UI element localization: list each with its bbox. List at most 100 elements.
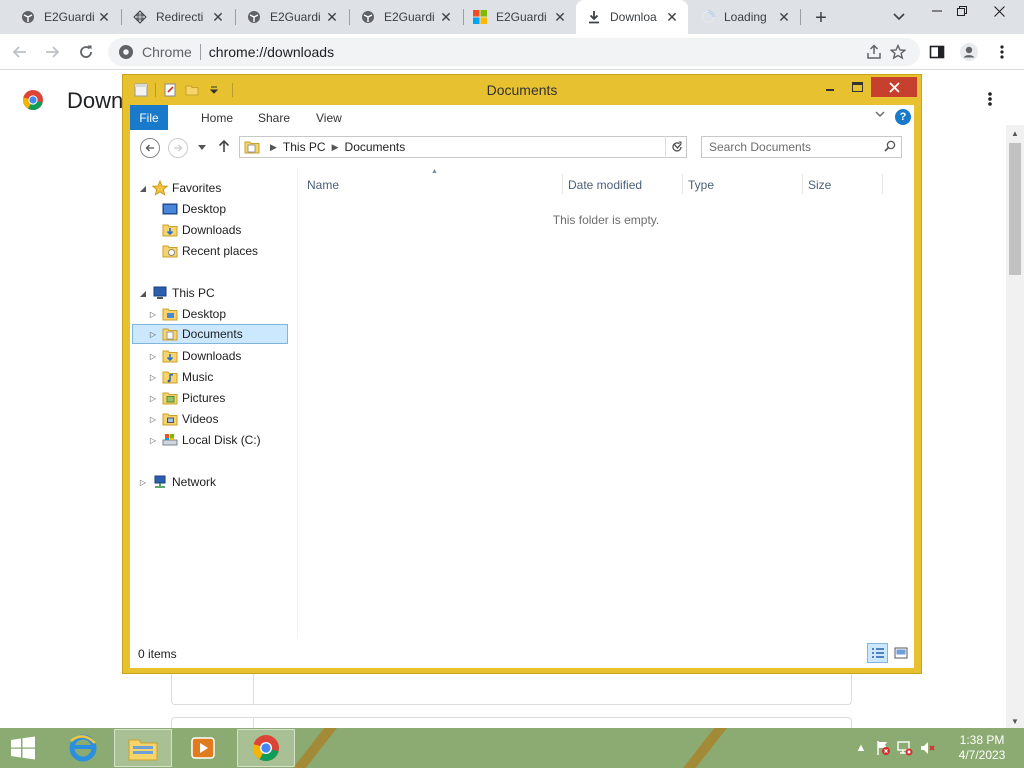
explorer-close-button[interactable] [871, 77, 917, 97]
back-button[interactable] [8, 40, 32, 64]
tab-downloads[interactable]: Downloa ✕ [576, 0, 688, 34]
tab-2[interactable]: Redirecti ✕ [122, 0, 234, 34]
nav-favorites-desktop[interactable]: Desktop [162, 199, 226, 219]
nav-this-pc-pictures[interactable]: ▷ Pictures [148, 388, 225, 408]
expand-arrow-icon[interactable]: ▷ [138, 478, 148, 487]
profile-avatar-icon[interactable] [957, 40, 981, 64]
restore-window-button[interactable] [945, 0, 979, 22]
forward-button[interactable] [40, 40, 64, 64]
column-separator[interactable] [562, 174, 563, 194]
ribbon-tab-view[interactable]: View [316, 105, 342, 130]
volume-muted-icon[interactable] [916, 728, 938, 768]
close-window-button[interactable] [982, 0, 1016, 22]
column-header-name[interactable]: Name [307, 178, 339, 192]
nav-favorites-downloads[interactable]: Downloads [162, 220, 241, 240]
large-icons-view-button[interactable] [890, 643, 911, 663]
new-tab-button[interactable]: + [810, 7, 832, 29]
nav-this-pc-music[interactable]: ▷ Music [148, 367, 213, 387]
close-tab-icon[interactable]: ✕ [324, 9, 340, 25]
ribbon-tab-share[interactable]: Share [258, 105, 290, 130]
nav-favorites[interactable]: ◢ Favorites [138, 178, 221, 198]
explorer-address-bar[interactable]: ▶ This PC ▶ Documents [239, 136, 687, 158]
tab-search-icon[interactable] [890, 8, 908, 26]
taskbar-file-explorer[interactable] [114, 729, 172, 767]
expand-arrow-icon[interactable]: ▷ [148, 310, 158, 319]
address-bar[interactable]: Chrome chrome://downloads [108, 38, 920, 66]
close-tab-icon[interactable]: ✕ [96, 9, 112, 25]
start-button[interactable] [0, 729, 46, 767]
nav-this-pc-local-disk[interactable]: ▷ Local Disk (C:) [148, 430, 261, 450]
tab-4[interactable]: E2Guardi ✕ [350, 0, 462, 34]
expand-arrow-icon[interactable]: ▷ [148, 330, 158, 339]
explorer-minimize-button[interactable] [818, 77, 842, 97]
expand-arrow-icon[interactable]: ▷ [148, 394, 158, 403]
column-separator[interactable] [882, 174, 883, 194]
taskbar-chrome[interactable] [237, 729, 295, 767]
show-hidden-icons-icon[interactable]: ▲ [850, 728, 872, 768]
tab-1[interactable]: E2Guardi ✕ [0, 0, 120, 34]
column-header-size[interactable]: Size [808, 178, 831, 192]
nav-this-pc[interactable]: ◢ This PC [138, 283, 215, 303]
expand-arrow-icon[interactable]: ▷ [148, 352, 158, 361]
close-tab-icon[interactable]: ✕ [664, 9, 680, 25]
file-list-pane[interactable]: ▲ Name Date modified Type Size This fold… [298, 168, 914, 638]
explorer-forward-button[interactable] [168, 138, 188, 158]
reload-button[interactable] [74, 40, 98, 64]
tab-3[interactable]: E2Guardi ✕ [236, 0, 348, 34]
share-icon[interactable] [862, 40, 886, 64]
column-header-type[interactable]: Type [688, 178, 714, 192]
nav-favorites-recent-places[interactable]: Recent places [162, 241, 258, 261]
breadcrumb-this-pc[interactable]: This PC [283, 140, 326, 154]
scroll-down-icon[interactable]: ▼ [1011, 717, 1019, 726]
close-tab-icon[interactable]: ✕ [438, 9, 454, 25]
omnibox-url[interactable]: chrome://downloads [209, 44, 334, 60]
breadcrumb-separator-icon[interactable]: ▶ [270, 142, 277, 153]
side-panel-icon[interactable] [925, 40, 949, 64]
recent-locations-icon[interactable] [198, 142, 206, 153]
expand-arrow-icon[interactable]: ▷ [148, 415, 158, 424]
taskbar-internet-explorer[interactable] [54, 729, 112, 767]
scrollbar-thumb[interactable] [1009, 143, 1021, 275]
collapse-arrow-icon[interactable]: ◢ [138, 184, 148, 193]
nav-this-pc-documents[interactable]: ▷ Documents [132, 324, 288, 344]
nav-this-pc-downloads[interactable]: ▷ Downloads [148, 346, 241, 366]
tab-5[interactable]: E2Guardi ✕ [464, 0, 576, 34]
column-separator[interactable] [802, 174, 803, 194]
taskbar-media-player[interactable] [174, 729, 232, 767]
bookmark-star-icon[interactable] [886, 40, 910, 64]
taskbar-clock[interactable]: 1:38 PM 4/7/2023 [952, 733, 1012, 763]
downloads-more-icon[interactable] [980, 87, 1000, 111]
expand-arrow-icon[interactable]: ▷ [148, 436, 158, 445]
close-tab-icon[interactable]: ✕ [776, 9, 792, 25]
tab-loading[interactable]: Loading ✕ [690, 0, 800, 34]
column-separator[interactable] [682, 174, 683, 194]
page-scrollbar[interactable]: ▲ ▼ [1006, 125, 1024, 728]
nav-this-pc-desktop[interactable]: ▷ Desktop [148, 304, 226, 324]
explorer-back-button[interactable] [140, 138, 160, 158]
column-header-date-modified[interactable]: Date modified [568, 178, 642, 192]
details-view-button[interactable] [867, 643, 888, 663]
explorer-titlebar[interactable]: Documents [123, 75, 921, 105]
ribbon-tab-file[interactable]: File [130, 105, 168, 130]
up-one-level-icon[interactable] [218, 139, 230, 156]
chrome-menu-icon[interactable] [990, 40, 1014, 64]
network-status-icon[interactable] [894, 728, 916, 768]
explorer-maximize-button[interactable] [845, 77, 869, 97]
nav-network[interactable]: ▷ Network [138, 472, 216, 492]
expand-ribbon-icon[interactable] [875, 109, 885, 121]
expand-arrow-icon[interactable]: ▷ [148, 373, 158, 382]
ribbon-tab-home[interactable]: Home [201, 105, 233, 130]
collapse-arrow-icon[interactable]: ◢ [138, 289, 148, 298]
search-box[interactable] [701, 136, 902, 158]
nav-this-pc-videos[interactable]: ▷ Videos [148, 409, 219, 429]
breadcrumb-documents[interactable]: Documents [345, 140, 406, 154]
action-center-flag-icon[interactable] [872, 728, 894, 768]
search-input[interactable] [709, 140, 874, 154]
help-icon[interactable]: ? [895, 109, 911, 125]
breadcrumb-separator-icon[interactable]: ▶ [332, 142, 339, 153]
scroll-up-icon[interactable]: ▲ [1011, 129, 1019, 138]
close-tab-icon[interactable]: ✕ [552, 9, 568, 25]
refresh-icon[interactable] [665, 136, 687, 158]
close-tab-icon[interactable]: ✕ [210, 9, 226, 25]
search-icon[interactable] [884, 140, 896, 155]
